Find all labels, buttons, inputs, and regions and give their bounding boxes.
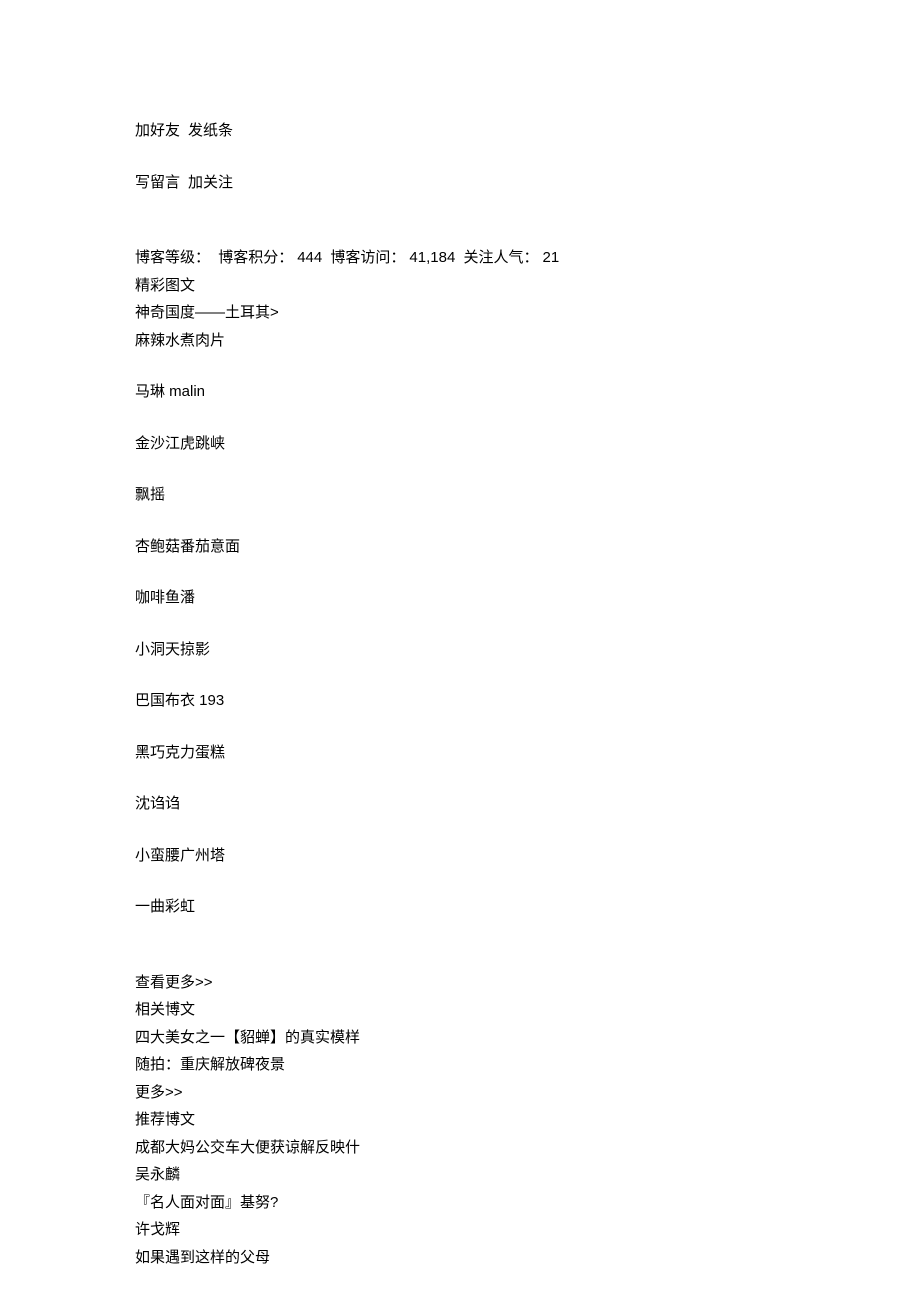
featured-item[interactable]: 黑巧克力蛋糕 <box>135 742 920 765</box>
followers-label: 关注人气： <box>463 249 538 266</box>
recommended-author[interactable]: 吴永麟 <box>135 1164 920 1187</box>
featured-item[interactable]: 飘摇 <box>135 484 920 507</box>
visits-label: 博客访问： <box>330 249 405 266</box>
follow-link[interactable]: 加关注 <box>188 172 233 195</box>
featured-item[interactable]: 杏鲍菇番茄意面 <box>135 536 920 559</box>
featured-item[interactable]: 小洞天掠影 <box>135 639 920 662</box>
featured-item[interactable]: 沈诌诌 <box>135 793 920 816</box>
featured-item[interactable]: 巴国布衣 193 <box>135 690 920 713</box>
followers-value: 21 <box>543 249 560 266</box>
featured-item[interactable]: 小蛮腰广州塔 <box>135 845 920 868</box>
related-item[interactable]: 随拍：重庆解放碑夜景 <box>135 1054 920 1077</box>
related-item[interactable]: 四大美女之一【貂蝉】的真实模样 <box>135 1027 920 1050</box>
more-link[interactable]: 更多>> <box>135 1082 920 1105</box>
recommended-item[interactable]: 如果遇到这样的父母 <box>135 1247 920 1270</box>
level-label: 博客等级： <box>135 249 210 266</box>
send-note-link[interactable]: 发纸条 <box>188 120 233 143</box>
recommended-item[interactable]: 『名人面对面』基努? <box>135 1192 920 1215</box>
view-more-link[interactable]: 查看更多>> <box>135 972 920 995</box>
points-value: 444 <box>297 249 322 266</box>
featured-item[interactable]: 神奇国度——土耳其> <box>135 302 920 325</box>
featured-item[interactable]: 咖啡鱼潘 <box>135 587 920 610</box>
leave-message-link[interactable]: 写留言 <box>135 172 180 195</box>
points-label: 博客积分： <box>218 249 293 266</box>
recommended-title: 推荐博文 <box>135 1109 920 1132</box>
visits-value: 41,184 <box>409 249 455 266</box>
related-title: 相关博文 <box>135 999 920 1022</box>
recommended-item[interactable]: 成都大妈公交车大便获谅解反映什 <box>135 1137 920 1160</box>
recommended-author[interactable]: 许戈辉 <box>135 1219 920 1242</box>
blog-stats: 博客等级： 博客积分：444 博客访问：41,184 关注人气： 21 <box>135 247 920 270</box>
add-friend-link[interactable]: 加好友 <box>135 120 180 143</box>
featured-item[interactable]: 金沙江虎跳峡 <box>135 433 920 456</box>
featured-title: 精彩图文 <box>135 275 920 298</box>
featured-item[interactable]: 一曲彩虹 <box>135 896 920 919</box>
featured-item[interactable]: 马琳 malin <box>135 381 920 404</box>
featured-item[interactable]: 麻辣水煮肉片 <box>135 330 920 353</box>
